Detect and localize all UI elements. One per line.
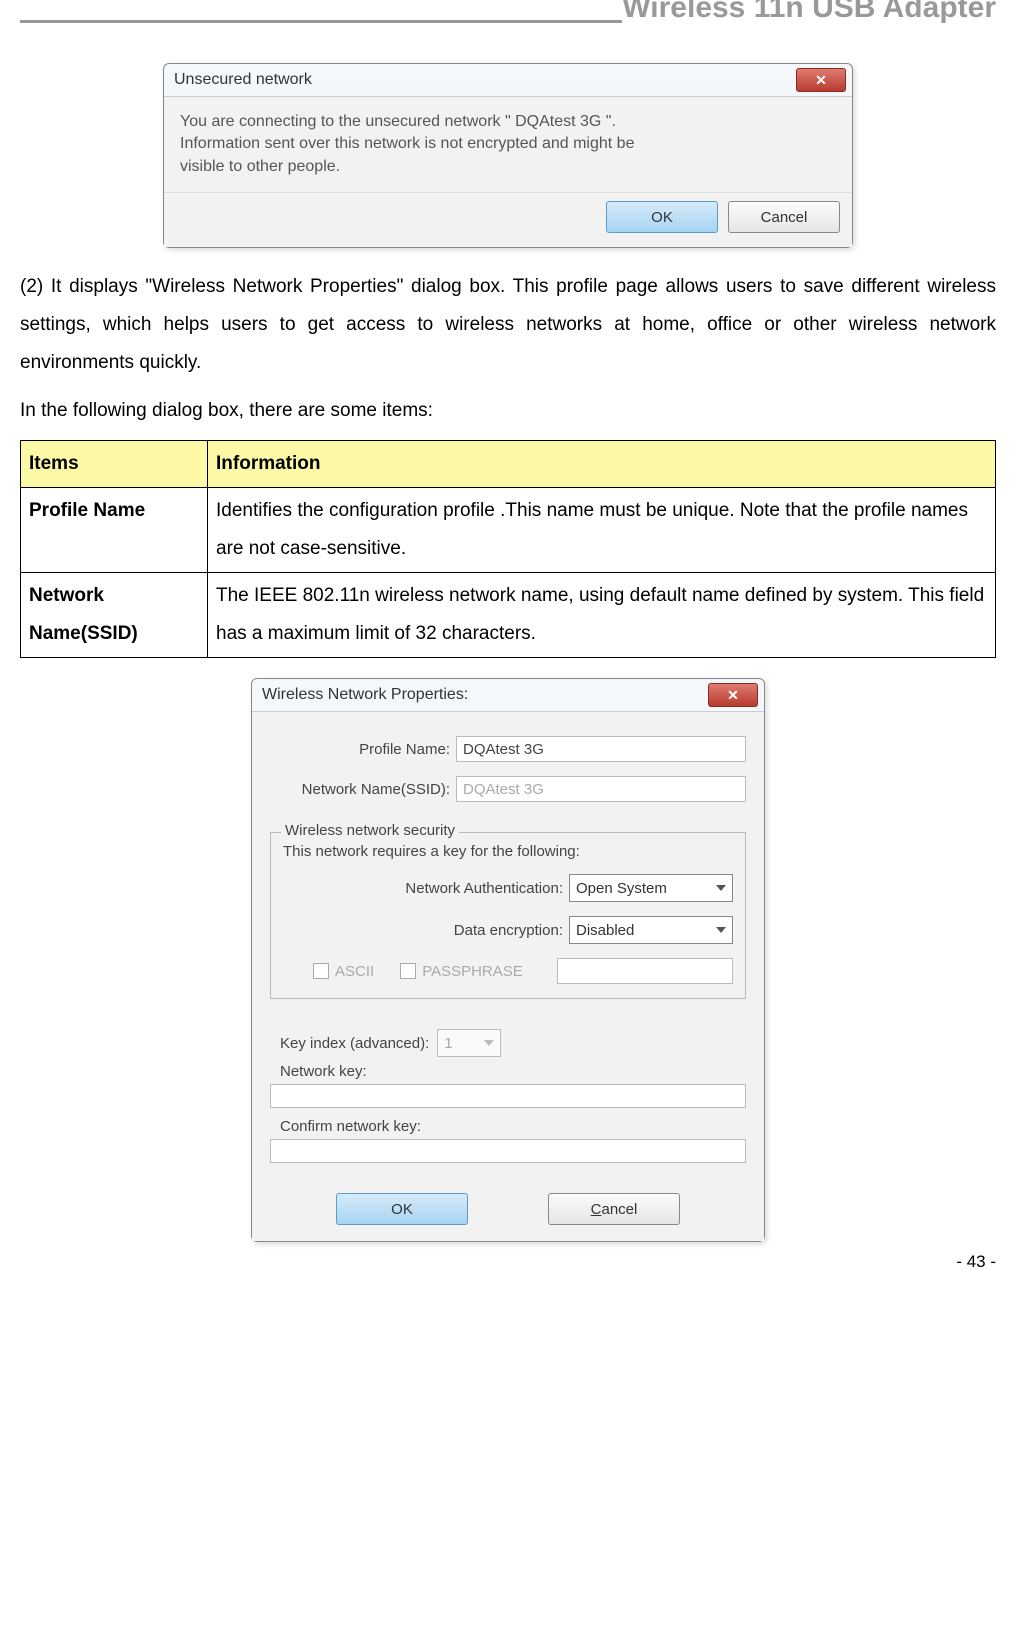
ssid-label: Network Name(SSID): (270, 781, 456, 798)
security-text: This network requires a key for the foll… (283, 843, 733, 860)
network-key-input[interactable] (270, 1084, 746, 1108)
ascii-checkbox[interactable] (313, 963, 329, 979)
ssid-input[interactable]: DQAtest 3G (456, 776, 746, 802)
close-button[interactable]: ✕ (708, 683, 758, 707)
paragraph: (2) It displays "Wireless Network Proper… (20, 268, 996, 382)
table-cell-info: Identifies the configuration profile .Th… (208, 488, 996, 573)
cancel-button[interactable]: Cancel (728, 201, 840, 233)
chevron-down-icon (716, 927, 726, 933)
profile-name-input[interactable]: DQAtest 3G (456, 736, 746, 762)
dialog-title: Unsecured network (174, 71, 312, 89)
key-index-label: Key index (advanced): (280, 1035, 429, 1052)
page-title: Wireless 11n USB Adapter (622, 0, 996, 25)
data-encryption-dropdown[interactable]: Disabled (569, 916, 733, 944)
network-auth-dropdown[interactable]: Open System (569, 874, 733, 902)
table-cell-item: Network Name(SSID) (21, 573, 208, 658)
message-line: Information sent over this network is no… (180, 133, 836, 155)
message-line: You are connecting to the unsecured netw… (180, 111, 836, 133)
table-header-items: Items (21, 441, 208, 488)
table-cell-info: The IEEE 802.11n wireless network name, … (208, 573, 996, 658)
passphrase-input[interactable] (557, 958, 733, 984)
page-number: - 43 - (20, 1252, 996, 1272)
paragraph: In the following dialog box, there are s… (20, 392, 996, 430)
security-legend: Wireless network security (281, 822, 459, 839)
unsecured-network-dialog: Unsecured network ✕ You are connecting t… (163, 63, 853, 248)
dropdown-value: Open System (576, 880, 667, 897)
table-cell-item: Profile Name (21, 488, 208, 573)
table-row: Profile Name Identifies the configuratio… (21, 488, 996, 573)
close-icon: ✕ (727, 687, 739, 704)
key-index-dropdown[interactable]: 1 (437, 1029, 501, 1057)
dialog-title: Wireless Network Properties: (262, 686, 468, 704)
wireless-properties-dialog: Wireless Network Properties: ✕ Profile N… (251, 678, 765, 1242)
dropdown-value: 1 (444, 1035, 452, 1052)
table-header-information: Information (208, 441, 996, 488)
network-auth-label: Network Authentication: (283, 880, 569, 897)
table-row: Network Name(SSID) The IEEE 802.11n wire… (21, 573, 996, 658)
confirm-key-input[interactable] (270, 1139, 746, 1163)
passphrase-checkbox[interactable] (400, 963, 416, 979)
confirm-key-label: Confirm network key: (280, 1118, 746, 1135)
ok-button[interactable]: OK (336, 1193, 468, 1225)
cancel-button[interactable]: Cancel (548, 1193, 680, 1225)
profile-name-label: Profile Name: (270, 741, 456, 758)
close-button[interactable]: ✕ (796, 68, 846, 92)
data-encryption-label: Data encryption: (283, 922, 569, 939)
message-line: visible to other people. (180, 156, 836, 178)
chevron-down-icon (716, 885, 726, 891)
items-table: Items Information Profile Name Identifie… (20, 440, 996, 658)
dropdown-value: Disabled (576, 922, 634, 939)
dialog-message: You are connecting to the unsecured netw… (164, 96, 852, 192)
chevron-down-icon (484, 1040, 494, 1046)
security-fieldset: Wireless network security This network r… (270, 832, 746, 999)
ok-button[interactable]: OK (606, 201, 718, 233)
close-icon: ✕ (815, 72, 827, 89)
passphrase-label: PASSPHRASE (422, 963, 523, 980)
network-key-label: Network key: (280, 1063, 746, 1080)
ascii-label: ASCII (335, 963, 374, 980)
